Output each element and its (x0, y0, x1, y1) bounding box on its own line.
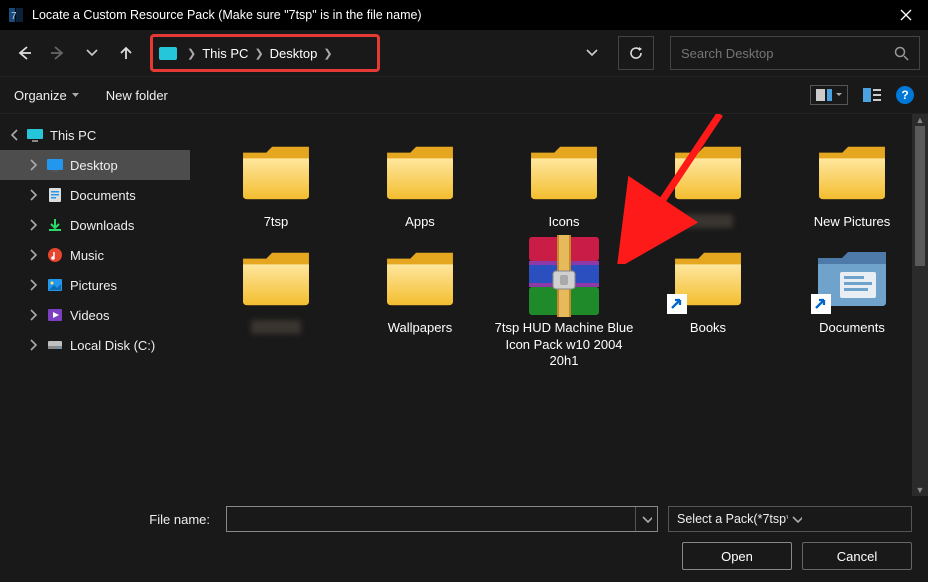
recent-dropdown[interactable] (76, 37, 108, 69)
folder-icons[interactable]: Icons (492, 128, 636, 230)
folder-redacted[interactable] (636, 128, 780, 230)
search-input[interactable] (681, 46, 894, 61)
file-7tsp-pack-archive[interactable]: 7tsp HUD Machine Blue Icon Pack w10 2004… (492, 234, 636, 369)
breadcrumb-this-pc[interactable]: This PC (202, 46, 248, 61)
vertical-scrollbar[interactable]: ▲ ▼ (912, 114, 928, 496)
sidebar-item-music[interactable]: Music (0, 240, 190, 270)
documents-icon (46, 186, 64, 204)
scroll-down-button[interactable]: ▼ (912, 484, 928, 496)
address-dropdown[interactable] (578, 47, 606, 59)
this-pc-icon (159, 47, 177, 60)
view-large-icons-button[interactable] (810, 85, 848, 105)
chevron-right-icon: ❯ (323, 47, 332, 60)
up-button[interactable] (110, 37, 142, 69)
search-icon[interactable] (894, 46, 909, 61)
downloads-icon (46, 216, 64, 234)
sidebar-item-downloads[interactable]: Downloads (0, 210, 190, 240)
videos-icon (46, 306, 64, 324)
navigation-pane: This PC Desktop Documents Downloads Musi… (0, 114, 190, 496)
chevron-right-icon: ❯ (187, 47, 196, 60)
sidebar-item-videos[interactable]: Videos (0, 300, 190, 330)
drive-icon (46, 336, 64, 354)
filename-dropdown[interactable] (635, 507, 657, 531)
search-box[interactable] (670, 36, 920, 70)
address-bar[interactable]: ❯ This PC ❯ Desktop ❯ (150, 36, 654, 70)
folder-new-pictures[interactable]: New Pictures (780, 128, 924, 230)
toolbar: Organize New folder ? (0, 76, 928, 114)
help-button[interactable]: ? (896, 86, 914, 104)
breadcrumb[interactable]: ❯ This PC ❯ Desktop ❯ (150, 34, 380, 72)
sidebar-item-desktop[interactable]: Desktop (0, 150, 190, 180)
monitor-icon (26, 126, 44, 144)
open-button[interactable]: Open (682, 542, 792, 570)
filename-label: File name: (16, 512, 216, 527)
music-icon (46, 246, 64, 264)
folder-apps[interactable]: Apps (348, 128, 492, 230)
filename-input[interactable] (227, 512, 635, 527)
new-folder-button[interactable]: New folder (106, 88, 168, 103)
file-type-filter[interactable]: Select a Pack(*7tsp*.7z;*7tsp*.zi (668, 506, 912, 532)
sidebar-item-pictures[interactable]: Pictures (0, 270, 190, 300)
app-icon: 7 (6, 5, 26, 25)
file-list[interactable]: 7tsp Apps Icons New Pictures (190, 114, 928, 496)
title-bar: 7 Locate a Custom Resource Pack (Make su… (0, 0, 928, 30)
folder-7tsp[interactable]: 7tsp (204, 128, 348, 230)
view-details-button[interactable] (862, 87, 882, 103)
pictures-icon (46, 276, 64, 294)
footer: File name: Select a Pack(*7tsp*.7z;*7tsp… (0, 496, 928, 582)
close-button[interactable] (883, 0, 928, 30)
svg-text:7: 7 (11, 11, 17, 22)
shortcut-arrow-icon (667, 294, 687, 314)
organize-menu[interactable]: Organize (14, 88, 80, 103)
chevron-down-icon (792, 514, 903, 524)
refresh-button[interactable] (618, 36, 654, 70)
shortcut-documents[interactable]: Documents (780, 234, 924, 369)
shortcut-arrow-icon (811, 294, 831, 314)
window-title: Locate a Custom Resource Pack (Make sure… (32, 8, 883, 22)
scrollbar-thumb[interactable] (915, 126, 925, 266)
sidebar-item-documents[interactable]: Documents (0, 180, 190, 210)
desktop-icon (46, 156, 64, 174)
sidebar-item-local-disk-c[interactable]: Local Disk (C:) (0, 330, 190, 360)
forward-button[interactable] (42, 37, 74, 69)
scroll-up-button[interactable]: ▲ (912, 114, 928, 126)
archive-icon (519, 234, 609, 318)
back-button[interactable] (8, 37, 40, 69)
shortcut-books[interactable]: Books (636, 234, 780, 369)
nav-bar: ❯ This PC ❯ Desktop ❯ (0, 30, 928, 76)
folder-wallpapers[interactable]: Wallpapers (348, 234, 492, 369)
cancel-button[interactable]: Cancel (802, 542, 912, 570)
folder-redacted-2[interactable] (204, 234, 348, 369)
sidebar-item-this-pc[interactable]: This PC (0, 120, 190, 150)
filename-combobox[interactable] (226, 506, 658, 532)
chevron-right-icon: ❯ (254, 47, 263, 60)
breadcrumb-desktop[interactable]: Desktop (270, 46, 318, 61)
